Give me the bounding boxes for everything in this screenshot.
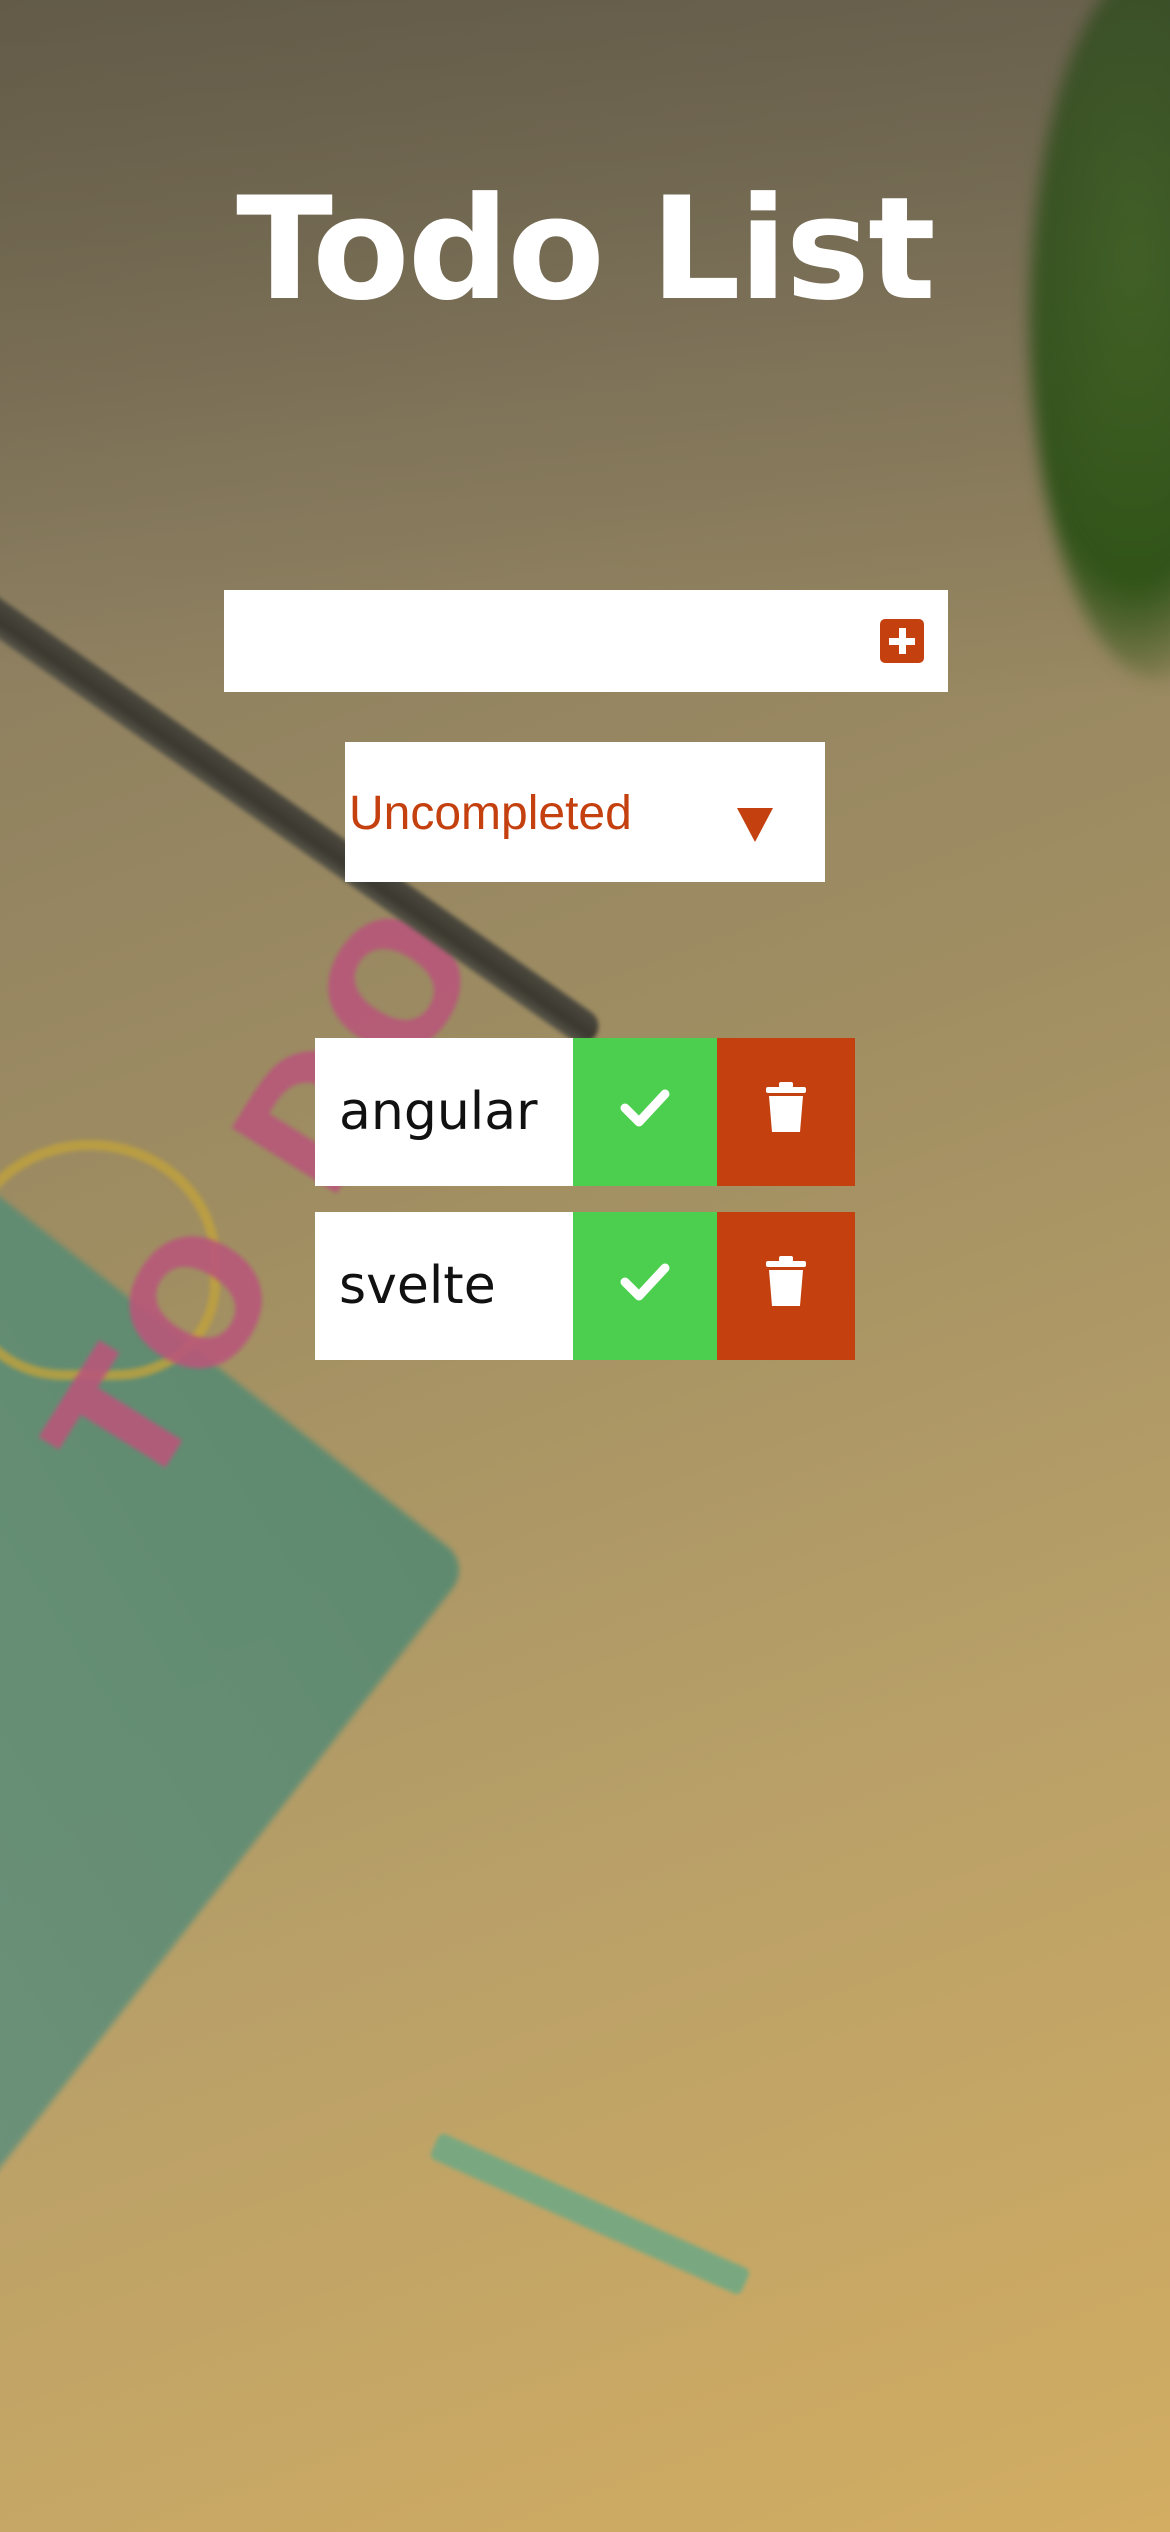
check-icon: [620, 1089, 670, 1127]
delete-button[interactable]: [717, 1212, 855, 1360]
list-item: angular: [315, 1038, 855, 1186]
caret-down-icon: [737, 808, 773, 842]
add-todo-form: [224, 590, 948, 692]
filter-select[interactable]: Uncompleted: [345, 742, 825, 882]
todo-input[interactable]: [224, 590, 880, 692]
trash-icon: [766, 1082, 806, 1132]
trash-icon: [766, 1256, 806, 1306]
delete-button[interactable]: [717, 1038, 855, 1186]
check-icon: [620, 1263, 670, 1301]
page-title: Todo List: [236, 167, 936, 332]
complete-button[interactable]: [573, 1038, 717, 1186]
todo-list: angular svelte: [315, 1038, 855, 1386]
filter-selected-value: Uncompleted: [349, 787, 632, 840]
complete-button[interactable]: [573, 1212, 717, 1360]
todo-item-text: angular: [315, 1038, 573, 1186]
add-todo-button[interactable]: [880, 619, 924, 663]
todo-item-text: svelte: [315, 1212, 573, 1360]
list-item: svelte: [315, 1212, 855, 1360]
background-ribbon: [429, 2132, 751, 2296]
